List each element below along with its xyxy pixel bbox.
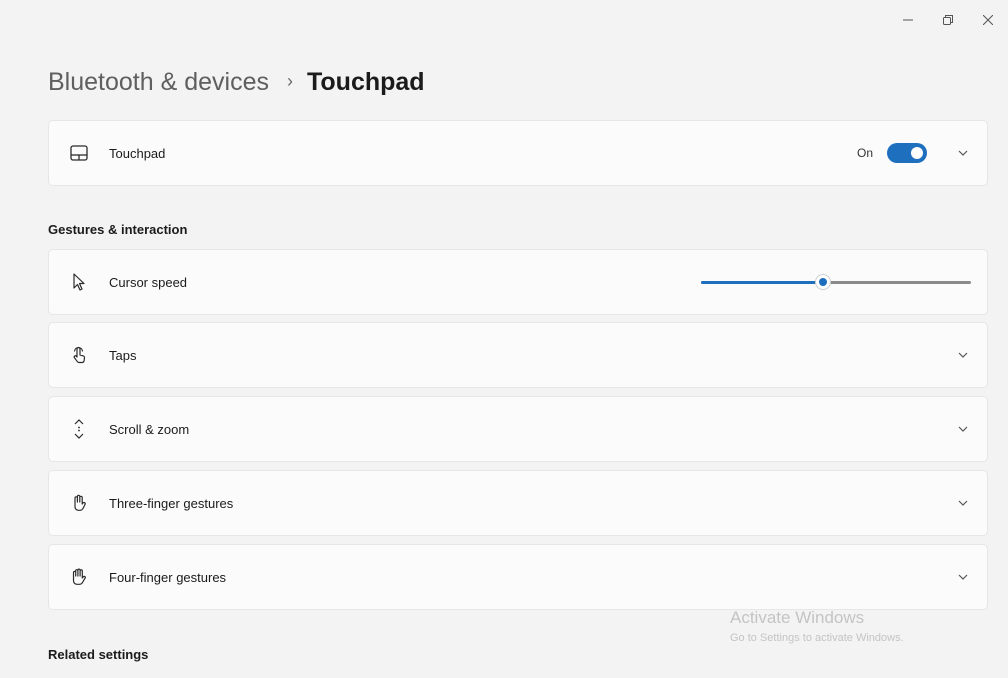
- close-icon: [983, 15, 993, 25]
- slider-thumb[interactable]: [814, 274, 831, 290]
- window-controls: [888, 8, 1008, 32]
- hand-icon: [69, 493, 89, 513]
- touchpad-card[interactable]: Touchpad On: [48, 120, 988, 186]
- scroll-zoom-label: Scroll & zoom: [109, 421, 190, 437]
- four-finger-gestures-label: Four-finger gestures: [109, 569, 227, 585]
- hand-icon: [69, 567, 89, 587]
- four-finger-gestures-card[interactable]: Four-finger gestures: [48, 544, 988, 610]
- section-title-related: Related settings: [48, 647, 149, 662]
- restore-button[interactable]: [928, 8, 968, 32]
- touchpad-label: Touchpad: [109, 145, 166, 161]
- scroll-zoom-card[interactable]: Scroll & zoom: [48, 396, 988, 462]
- three-finger-gestures-label: Three-finger gestures: [109, 495, 234, 511]
- breadcrumb-separator: ›: [286, 70, 293, 91]
- chevron-down-icon[interactable]: [955, 145, 971, 161]
- section-title-gestures: Gestures & interaction: [48, 222, 188, 237]
- close-button[interactable]: [968, 8, 1008, 32]
- chevron-down-icon[interactable]: [955, 569, 971, 585]
- cursor-icon: [69, 272, 89, 292]
- tap-icon: [69, 345, 89, 365]
- chevron-down-icon[interactable]: [955, 347, 971, 363]
- breadcrumb-parent[interactable]: Bluetooth & devices: [48, 68, 269, 97]
- touchpad-icon: [69, 143, 89, 163]
- toggle-knob: [911, 147, 923, 159]
- breadcrumb: Bluetooth & devices › Touchpad: [48, 62, 425, 102]
- touchpad-toggle-group: On: [857, 143, 941, 163]
- cursor-speed-label: Cursor speed: [109, 274, 188, 290]
- watermark-title: Activate Windows: [730, 608, 865, 627]
- minimize-button[interactable]: [888, 8, 928, 32]
- taps-card[interactable]: Taps: [48, 322, 988, 388]
- slider-fill: [701, 281, 823, 284]
- activation-watermark: Activate Windows Go to Settings to activ…: [730, 608, 904, 644]
- chevron-down-icon[interactable]: [955, 495, 971, 511]
- page-title: Touchpad: [306, 67, 425, 96]
- cursor-speed-card: Cursor speed: [48, 249, 988, 315]
- cursor-speed-slider[interactable]: [701, 272, 971, 292]
- scroll-icon: [69, 419, 89, 439]
- chevron-down-icon[interactable]: [955, 421, 971, 437]
- minimize-icon: [903, 19, 913, 21]
- three-finger-gestures-card[interactable]: Three-finger gestures: [48, 470, 988, 536]
- toggle-state-text: On: [856, 146, 873, 160]
- watermark-subtitle: Go to Settings to activate Windows.: [730, 632, 904, 644]
- restore-icon: [943, 15, 953, 25]
- taps-label: Taps: [109, 347, 137, 363]
- touchpad-toggle[interactable]: [887, 143, 927, 163]
